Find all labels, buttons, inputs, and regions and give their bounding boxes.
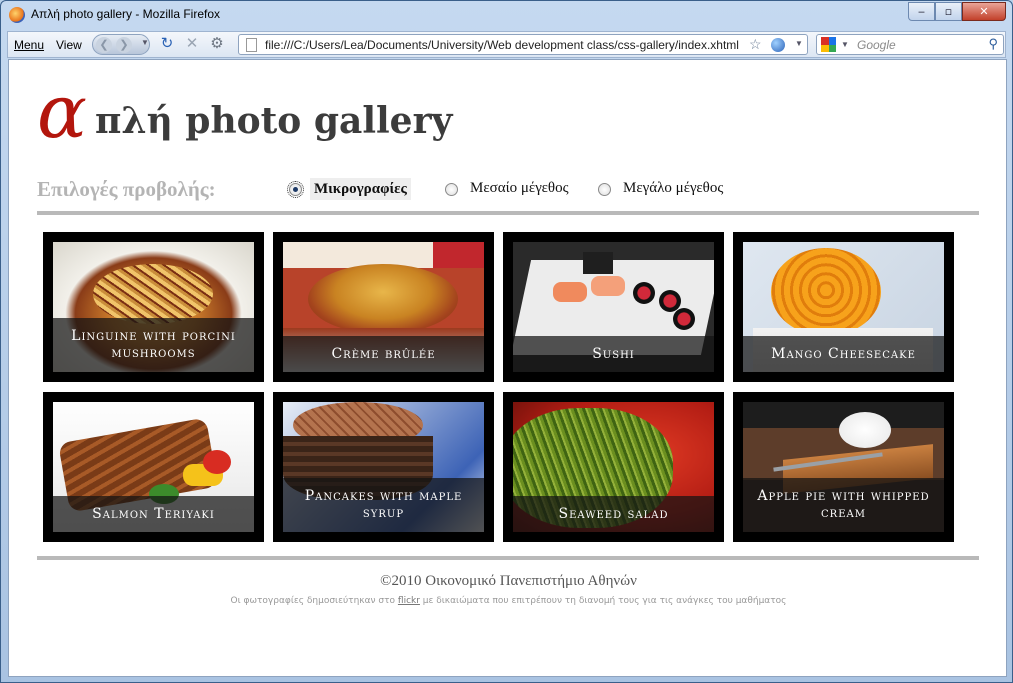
footer-note: Οι φωτογραφίες δημοσιεύτηκαν στο flickr …: [9, 596, 1006, 606]
search-placeholder[interactable]: Google: [857, 38, 896, 52]
gallery-caption: Salmon Teriyaki: [53, 496, 254, 532]
home-icon[interactable]: ⚙: [208, 35, 226, 53]
logo-title: πλή photo gallery: [95, 100, 453, 142]
radio-thumbnails[interactable]: [287, 181, 304, 198]
flickr-link[interactable]: flickr: [398, 596, 420, 606]
minimize-button[interactable]: ‒: [908, 2, 935, 21]
option-large-label[interactable]: Μεγάλο μέγεθος: [623, 180, 723, 197]
history-dropdown-icon[interactable]: ▼: [141, 38, 149, 47]
title-bar[interactable]: Απλή photo gallery - Mozilla Firefox ‒ ▫…: [1, 1, 1012, 29]
gallery-caption: Linguine with porcini mushrooms: [53, 318, 254, 372]
radio-medium[interactable]: [445, 183, 458, 196]
gallery-item-linguine[interactable]: Linguine with porcini mushrooms: [43, 232, 264, 382]
maximize-button[interactable]: ▫: [935, 2, 962, 21]
google-icon[interactable]: [821, 37, 836, 52]
bottom-divider: [37, 556, 979, 560]
address-bar[interactable]: file:///C:/Users/Lea/Documents/Universit…: [238, 34, 808, 55]
gallery-caption: Crème brûlée: [283, 336, 484, 372]
window-controls: ‒ ▫ ✕: [908, 2, 1006, 21]
top-divider: [37, 211, 979, 215]
gallery-caption: Mango Cheesecake: [743, 336, 944, 372]
close-button[interactable]: ✕: [962, 2, 1006, 21]
gallery-caption: Sushi: [513, 336, 714, 372]
forward-icon[interactable]: ❯: [116, 37, 132, 53]
gallery-caption: Pancakes with maple syrup: [283, 478, 484, 532]
page-icon: [246, 38, 257, 52]
engine-dropdown-icon[interactable]: ▼: [841, 40, 849, 49]
magnifier-icon[interactable]: ⚲: [988, 36, 998, 52]
back-icon[interactable]: ❮: [96, 37, 112, 53]
gallery-item-pancakes[interactable]: Pancakes with maple syrup: [273, 392, 494, 542]
view-options-label: Επιλογές προβολής:: [37, 177, 216, 201]
gallery-item-creme-brulee[interactable]: Crème brûlée: [273, 232, 494, 382]
view-options: Επιλογές προβολής: Μικρογραφίες Μεσαίο μ…: [37, 175, 937, 203]
gallery-item-apple-pie[interactable]: Apple pie with whipped cream: [733, 392, 954, 542]
search-bar[interactable]: ▼ Google ⚲: [816, 34, 1004, 55]
option-medium-label[interactable]: Μεσαίο μέγεθος: [470, 180, 569, 197]
browser-window: Απλή photo gallery - Mozilla Firefox ‒ ▫…: [0, 0, 1013, 683]
radio-large[interactable]: [598, 183, 611, 196]
url-dropdown-icon[interactable]: ▼: [795, 39, 803, 48]
window-title: Απλή photo gallery - Mozilla Firefox: [31, 7, 221, 21]
stop-icon[interactable]: ✕: [183, 35, 201, 53]
footer-note-text: Οι φωτογραφίες δημοσιεύτηκαν στο: [230, 596, 398, 606]
logo-alpha: α: [37, 69, 87, 155]
gallery-item-salmon-teriyaki[interactable]: Salmon Teriyaki: [43, 392, 264, 542]
gallery-caption: Seaweed salad: [513, 496, 714, 532]
gallery-item-seaweed-salad[interactable]: Seaweed salad: [503, 392, 724, 542]
page-content: α πλή photo gallery Επιλογές προβολής: Μ…: [8, 59, 1007, 677]
option-thumbnails-label[interactable]: Μικρογραφίες: [310, 178, 411, 200]
footer-note-text-end: με δικαιώματα που επιτρέπουν τη διανομή …: [419, 596, 787, 606]
navigation-toolbar: Menu View ❮ ❯ ▼ ↻ ✕ ⚙ file:///C:/Users/L…: [7, 31, 1006, 58]
reload-icon[interactable]: ↻: [158, 35, 176, 53]
gallery-item-sushi[interactable]: Sushi: [503, 232, 724, 382]
star-icon[interactable]: ☆: [749, 36, 762, 53]
gallery-item-mango-cheesecake[interactable]: Mango Cheesecake: [733, 232, 954, 382]
globe-icon: [771, 38, 785, 52]
firefox-icon: [9, 7, 25, 23]
view-menu-button[interactable]: View: [56, 38, 82, 52]
gallery-caption: Apple pie with whipped cream: [743, 478, 944, 532]
footer-copyright: ©2010 Οικονομικό Πανεπιστήμιο Αθηνών: [380, 573, 637, 589]
url-text[interactable]: file:///C:/Users/Lea/Documents/Universit…: [265, 38, 745, 52]
menu-button[interactable]: Menu: [14, 38, 44, 52]
